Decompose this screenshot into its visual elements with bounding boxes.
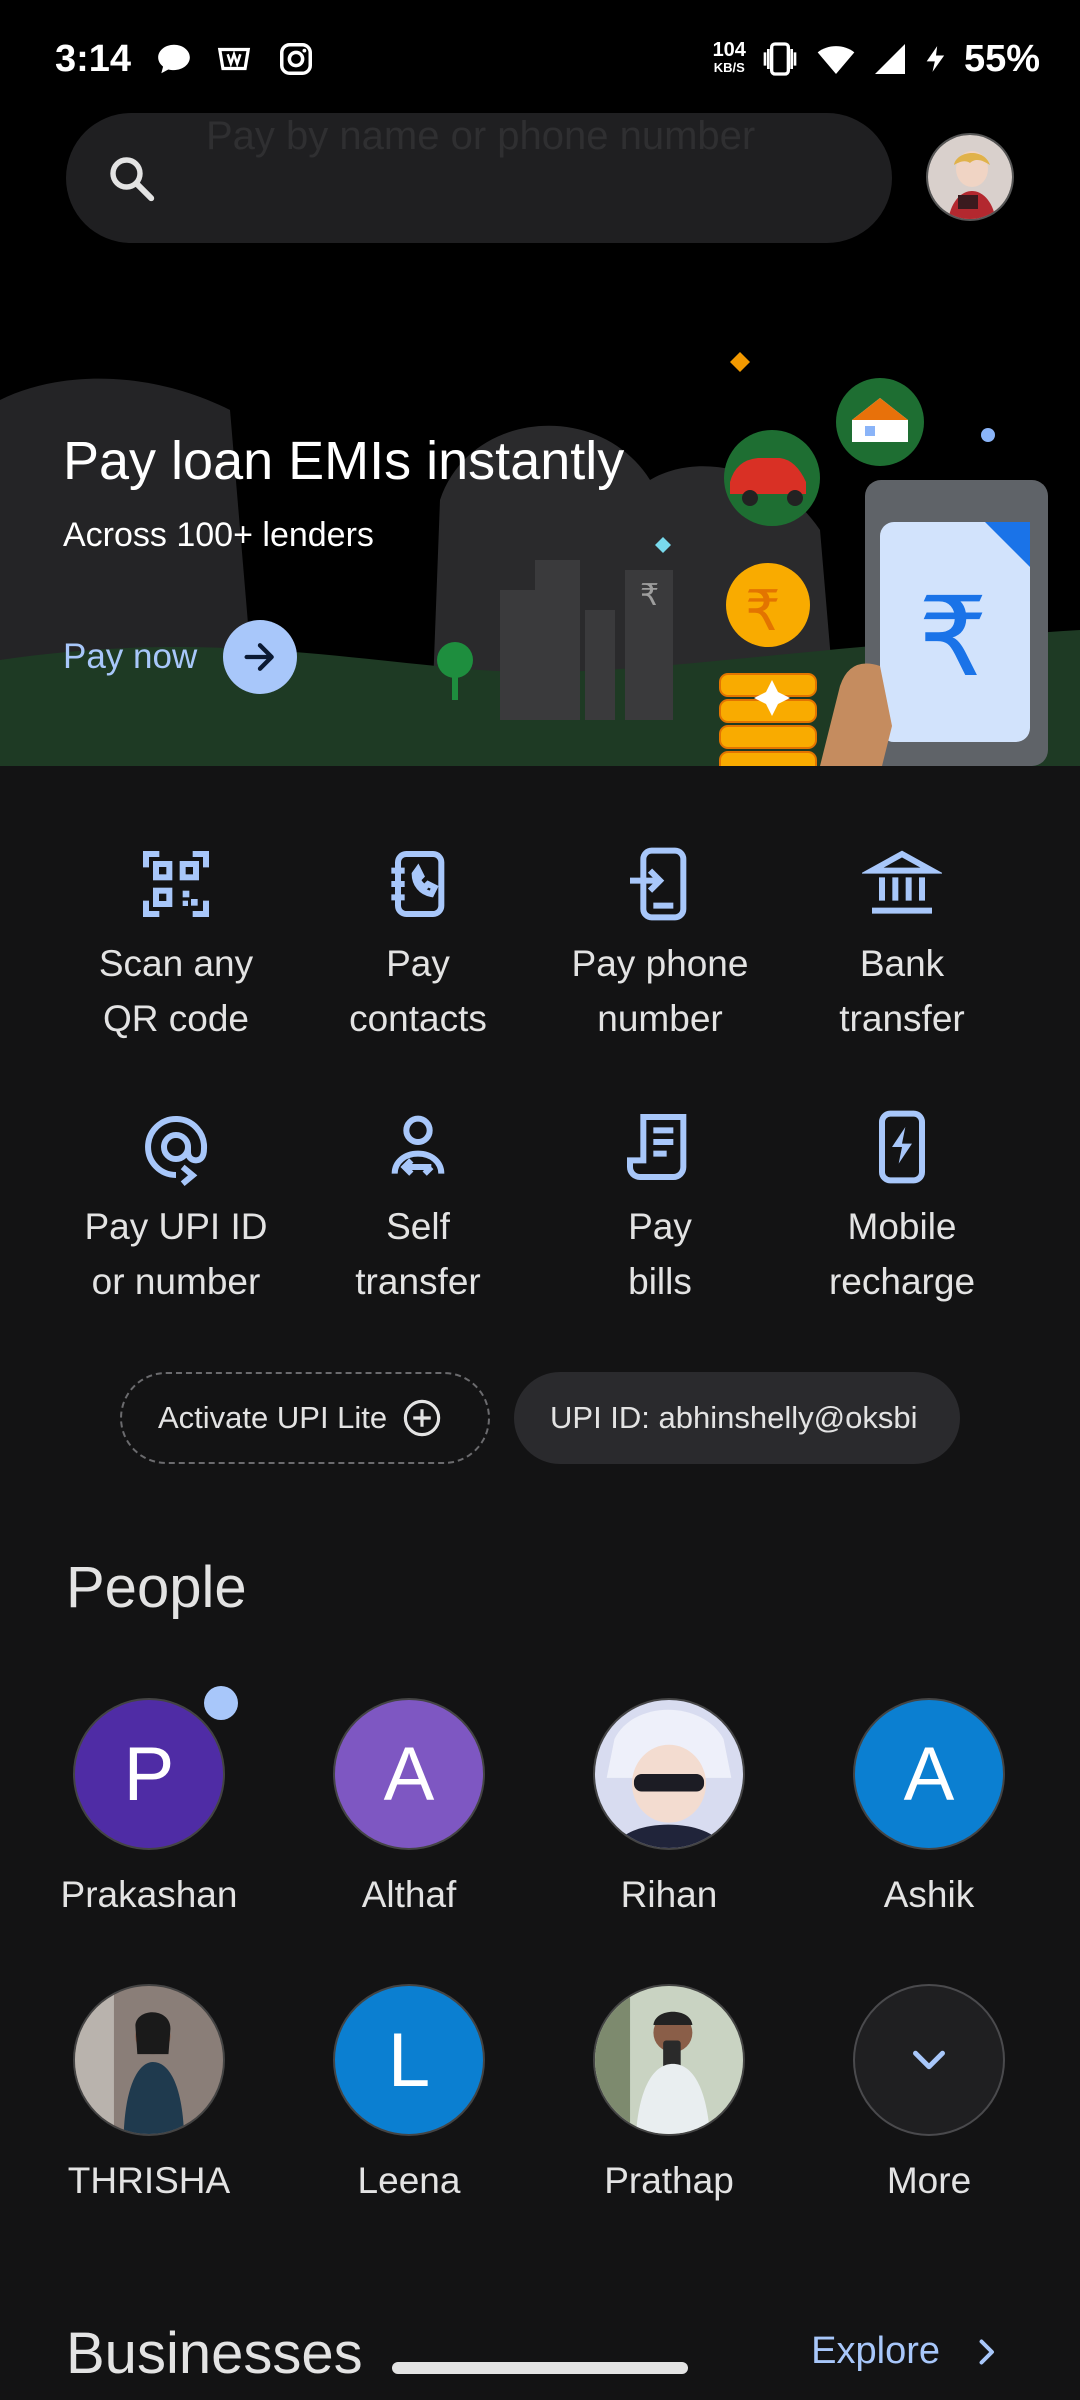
scan-qr-button[interactable]: Scan any QR code [55, 844, 297, 1046]
profile-avatar[interactable] [926, 133, 1014, 221]
person-leena[interactable]: L Leena [279, 1984, 539, 2202]
search-bar[interactable]: Pay by name or phone number [66, 113, 892, 243]
banner-subtitle: Across 100+ lenders [63, 516, 374, 554]
pay-phone-number-button[interactable]: Pay phone number [539, 844, 781, 1046]
person-name: Prathap [604, 2160, 734, 2201]
activate-upi-lite-chip[interactable]: Activate UPI Lite [120, 1372, 490, 1464]
avatar: A [333, 1698, 485, 1850]
explore-label: Explore [811, 2330, 940, 2372]
chat-notification-icon [158, 44, 190, 74]
cellular-signal-icon [874, 44, 905, 74]
avatar [73, 1984, 225, 2136]
instagram-notification-icon [280, 43, 312, 75]
businesses-title: Businesses [66, 2321, 363, 2386]
svg-text:₹: ₹ [640, 578, 659, 613]
person-name: Prakashan [60, 1874, 238, 1915]
bank-icon [862, 850, 942, 914]
mobile-recharge-icon [879, 1110, 925, 1184]
person-name: Rihan [620, 1874, 718, 1915]
myntra-notification-icon [217, 47, 251, 71]
banner-coin-symbol: ₹ [745, 579, 781, 644]
qr-scan-icon [143, 851, 209, 917]
person-prakashan[interactable]: P Prakashan [19, 1698, 279, 1916]
vibrate-icon [763, 42, 797, 76]
pay-contacts-button[interactable]: Pay contacts [297, 844, 539, 1046]
person-ashik[interactable]: A Ashik [799, 1698, 1059, 1916]
person-name: Althaf [361, 1874, 457, 1915]
people-title: People [66, 1555, 247, 1620]
self-transfer-icon [391, 1115, 445, 1176]
wifi-icon [817, 46, 855, 74]
search-placeholder: Pay by name or phone number [206, 114, 756, 158]
gesture-home-bar[interactable] [392, 2362, 688, 2374]
upi-id-chip[interactable]: UPI ID: abhinshelly@oksbi [514, 1372, 960, 1464]
self-transfer-button[interactable]: Self transfer [297, 1107, 539, 1309]
network-speed: 104 KB/S [712, 39, 746, 75]
person-name: Ashik [883, 1874, 975, 1915]
battery-percent: 55% [963, 37, 1040, 80]
avatar: P [73, 1698, 225, 1850]
arrow-right-icon [223, 620, 298, 694]
chevron-right-icon [979, 2339, 994, 2364]
at-sign-icon [145, 1116, 208, 1186]
status-time: 3:14 [55, 38, 132, 80]
rihan-photo [595, 1700, 743, 1848]
promo-banner[interactable]: ₹ ₹ ₹ Pay loan EMIs instantly Across 100… [0, 330, 1080, 766]
add-circle-icon [403, 1399, 441, 1437]
contacts-icon [391, 851, 445, 917]
person-althaf[interactable]: A Althaf [279, 1698, 539, 1916]
person-prathap[interactable]: Prathap [539, 1984, 799, 2202]
pay-upi-id-button[interactable]: Pay UPI ID or number [55, 1107, 297, 1309]
mobile-recharge-button[interactable]: Mobile recharge [781, 1107, 1023, 1309]
upi-id-label: UPI ID: abhinshelly@oksbi [550, 1400, 918, 1435]
pay-bills-button[interactable]: Pay bills [539, 1107, 781, 1309]
pay-now-button[interactable]: Pay now [63, 620, 298, 694]
thrisha-photo [75, 1986, 223, 2134]
new-indicator-dot [204, 1686, 238, 1720]
upi-lite-label: Activate UPI Lite [158, 1400, 388, 1435]
more-label: More [886, 2160, 972, 2201]
person-thrisha[interactable]: THRISHA [19, 1984, 279, 2202]
phone-transfer-icon [630, 847, 687, 921]
avatar [593, 1984, 745, 2136]
pay-now-label: Pay now [63, 637, 198, 676]
bill-icon [627, 1114, 687, 1180]
status-icons: 104 KB/S 55% [713, 34, 1040, 84]
svg-text:₹: ₹ [918, 573, 988, 701]
person-name: Leena [357, 2160, 461, 2201]
more-people-button[interactable]: More [799, 1984, 1059, 2202]
banner-title: Pay loan EMIs instantly [63, 431, 625, 491]
avatar [593, 1698, 745, 1850]
profile-photo [928, 135, 1012, 219]
search-icon [110, 157, 155, 202]
battery-charging-icon [926, 46, 945, 72]
person-rihan[interactable]: Rihan [539, 1698, 799, 1916]
person-name: THRISHA [67, 2160, 231, 2201]
avatar: L [333, 1984, 485, 2136]
status-bar: 3:14 104 KB/S 55% [0, 0, 1080, 120]
avatar: A [853, 1698, 1005, 1850]
explore-link[interactable]: Explore [811, 2330, 1004, 2373]
chevron-down-icon [853, 1984, 1005, 2136]
bank-transfer-button[interactable]: Bank transfer [781, 844, 1023, 1046]
prathap-photo [595, 1986, 743, 2134]
